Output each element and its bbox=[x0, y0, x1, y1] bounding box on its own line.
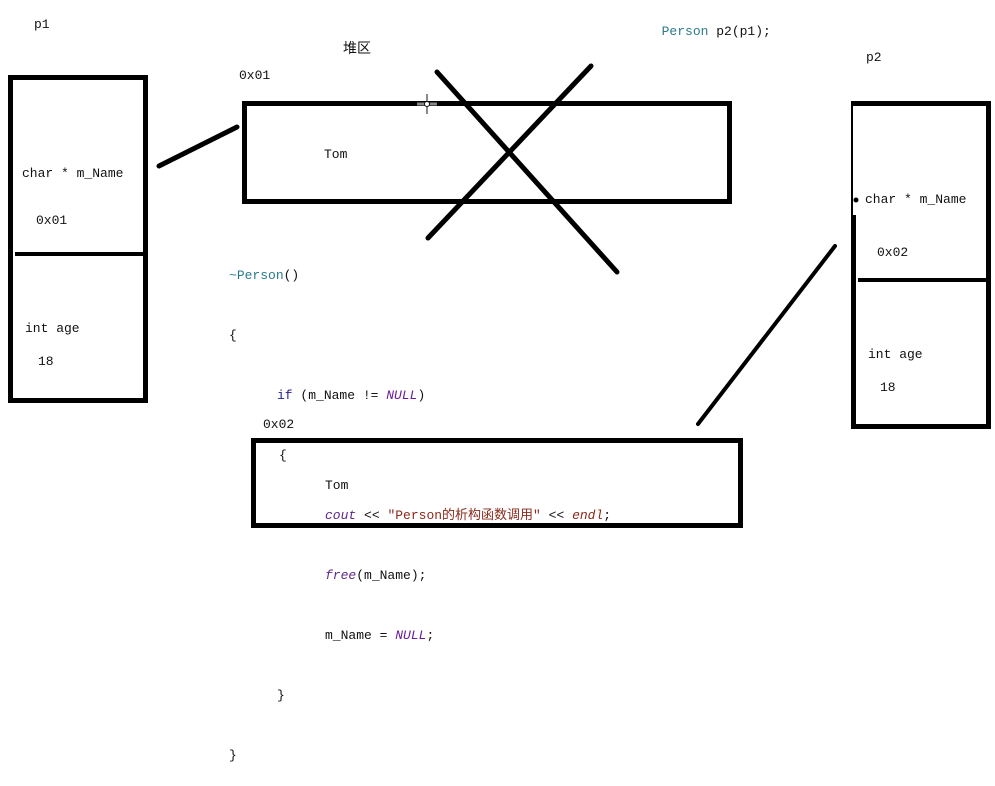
p1-to-heap-block-1-pointer bbox=[156, 124, 240, 169]
code-line-close-brace: } bbox=[229, 746, 611, 766]
p1-name-field-value: 0x01 bbox=[36, 213, 68, 228]
p2-to-heap-block-2-pointer bbox=[696, 244, 837, 426]
p1-name-field-label: char * m_Name bbox=[22, 166, 124, 181]
code-shift-2: << bbox=[540, 508, 573, 523]
code-destructor-name: Person bbox=[236, 268, 284, 283]
code-endl: endl bbox=[572, 508, 604, 523]
code-if-keyword: if bbox=[277, 388, 293, 403]
code-line-inner-open: { bbox=[229, 446, 611, 466]
code-assign: m_Name = bbox=[325, 628, 396, 643]
code-inner-close-brace: } bbox=[277, 688, 285, 703]
code-line-assign: m_Name = NULL; bbox=[229, 626, 611, 646]
p2-box-left-edge-thick bbox=[851, 215, 856, 428]
code-tilde: ~ bbox=[229, 268, 237, 283]
code-parens: () bbox=[283, 268, 300, 283]
code-semi-1: ; bbox=[603, 508, 612, 523]
heap-label: 堆区 bbox=[343, 41, 371, 57]
code-semi-2: ; bbox=[426, 628, 435, 643]
p2-name-field-value: 0x02 bbox=[877, 245, 909, 260]
p1-object-box bbox=[8, 75, 148, 403]
p2-field-divider bbox=[858, 278, 988, 282]
code-null-1: NULL bbox=[386, 388, 418, 403]
p2-name-field-label: char * m_Name bbox=[865, 192, 967, 207]
p1-age-field-value: 18 bbox=[38, 354, 54, 369]
code-free-args: (m_Name); bbox=[356, 568, 427, 583]
copy-statement-rest: p2(p1); bbox=[708, 24, 771, 39]
code-line-if: if (m_Name != NULL) bbox=[229, 386, 611, 406]
code-line-open-brace: { bbox=[229, 326, 611, 346]
code-line-free: free(m_Name); bbox=[229, 566, 611, 586]
heap-block-1-address: 0x01 bbox=[239, 68, 271, 83]
heap-block-1 bbox=[242, 101, 732, 204]
code-if-cond-end: ) bbox=[417, 388, 426, 403]
code-open-brace: { bbox=[229, 328, 237, 343]
p2-object-box bbox=[851, 101, 991, 429]
code-line-inner-close: } bbox=[229, 686, 611, 706]
code-message-string: "Person的析构函数调用" bbox=[387, 508, 541, 523]
p2-age-field-label: int age bbox=[868, 347, 923, 362]
destructor-code: ~Person() { if (m_Name != NULL) { cout <… bbox=[229, 226, 611, 786]
code-shift-1: << bbox=[356, 508, 388, 523]
code-null-2: NULL bbox=[395, 628, 427, 643]
code-inner-open-brace: { bbox=[279, 448, 287, 463]
copy-statement-type: Person bbox=[661, 24, 709, 39]
p1-field-divider bbox=[15, 252, 145, 256]
code-line-cout: cout << "Person的析构函数调用" << endl; bbox=[229, 506, 611, 526]
p2-age-field-value: 18 bbox=[880, 380, 896, 395]
copy-constructor-statement: Person p2(p1); bbox=[646, 2, 771, 42]
code-close-brace: } bbox=[229, 748, 237, 763]
code-line-signature: ~Person() bbox=[229, 266, 611, 286]
p1-label: p1 bbox=[34, 17, 50, 32]
code-free-function: free bbox=[325, 568, 357, 583]
p1-age-field-label: int age bbox=[25, 321, 80, 336]
p2-label: p2 bbox=[866, 50, 882, 65]
code-if-cond-start: (m_Name != bbox=[292, 388, 387, 403]
code-cout: cout bbox=[325, 508, 357, 523]
heap-block-1-value: Tom bbox=[324, 147, 348, 162]
